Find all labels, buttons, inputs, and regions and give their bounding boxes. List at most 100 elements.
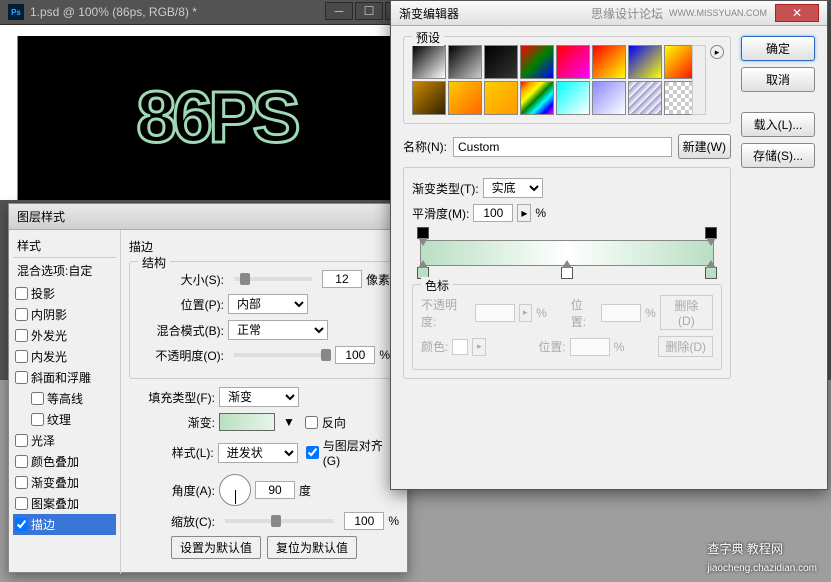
opacity-label: 不透明度(O):: [138, 347, 224, 364]
stroke-heading: 描边: [129, 238, 399, 255]
gradient-name-input[interactable]: [453, 137, 672, 157]
style-checkbox[interactable]: [15, 371, 28, 384]
dialog-close-button[interactable]: ✕: [775, 4, 819, 22]
style-item-3[interactable]: 内发光: [13, 346, 116, 367]
style-item-10[interactable]: 图案叠加: [13, 493, 116, 514]
gradient-type-select[interactable]: 实底: [483, 178, 543, 198]
set-default-button[interactable]: 设置为默认值: [171, 536, 261, 559]
presets-scrollbar[interactable]: [692, 45, 706, 115]
style-checkbox[interactable]: [15, 350, 28, 363]
color-stop[interactable]: [705, 267, 717, 279]
style-select[interactable]: 迸发状: [218, 443, 298, 463]
photoshop-document-window: Ps 1.psd @ 100% (86ps, RGB/8) * ─ ☐ ✕ 86…: [0, 0, 415, 200]
style-checkbox[interactable]: [31, 413, 44, 426]
style-item-0[interactable]: 投影: [13, 283, 116, 304]
size-input[interactable]: [322, 270, 362, 288]
stop-position-label: 位置:: [571, 296, 597, 330]
style-item-5[interactable]: 等高线: [13, 388, 116, 409]
style-item-11[interactable]: 描边: [13, 514, 116, 535]
ok-button[interactable]: 确定: [741, 36, 815, 61]
cancel-button[interactable]: 取消: [741, 67, 815, 92]
style-checkbox[interactable]: [15, 476, 28, 489]
size-slider[interactable]: [234, 277, 312, 281]
preset-swatch[interactable]: [412, 81, 446, 115]
style-checkbox[interactable]: [15, 287, 28, 300]
preset-swatch[interactable]: [592, 45, 626, 79]
angle-input[interactable]: [255, 481, 295, 499]
size-label: 大小(S):: [138, 271, 224, 288]
stop-opacity-label: 不透明度:: [421, 296, 471, 330]
opacity-stop[interactable]: [705, 227, 717, 239]
preset-swatch[interactable]: [412, 45, 446, 79]
scale-input[interactable]: [344, 512, 384, 530]
preset-swatch[interactable]: [484, 45, 518, 79]
new-button[interactable]: 新建(W): [678, 134, 731, 159]
style-checkbox[interactable]: [15, 497, 28, 510]
style-checkbox[interactable]: [15, 455, 28, 468]
preset-swatch[interactable]: [520, 81, 554, 115]
gradient-editor-title: 渐变编辑器: [399, 5, 459, 22]
style-checkbox[interactable]: [15, 308, 28, 321]
preset-swatch[interactable]: [448, 45, 482, 79]
stops-label: 色标: [421, 277, 453, 294]
preset-swatch[interactable]: [520, 45, 554, 79]
load-button[interactable]: 载入(L)...: [741, 112, 815, 137]
position-select[interactable]: 内部: [228, 294, 308, 314]
style-item-8[interactable]: 颜色叠加: [13, 451, 116, 472]
opacity-input[interactable]: [335, 346, 375, 364]
style-checkbox[interactable]: [15, 434, 28, 447]
layer-style-title[interactable]: 图层样式: [9, 204, 407, 230]
reverse-checkbox[interactable]: [305, 416, 318, 429]
blend-options-item[interactable]: 混合选项:自定: [13, 258, 116, 283]
preset-swatch[interactable]: [628, 45, 662, 79]
layer-style-main: 描边 结构 大小(S): 像素 位置(P): 内部 混合模式(B): 正常: [121, 230, 407, 574]
reset-default-button[interactable]: 复位为默认值: [267, 536, 357, 559]
styles-header[interactable]: 样式: [13, 234, 116, 258]
fill-type-select[interactable]: 渐变: [219, 387, 299, 407]
canvas-text-layer: 86PS: [136, 77, 296, 159]
style-checkbox[interactable]: [15, 518, 28, 531]
style-item-label: 纹理: [47, 411, 71, 428]
preset-swatch[interactable]: [556, 81, 590, 115]
gradient-editor-titlebar[interactable]: 渐变编辑器 思缘设计论坛 WWW.MISSYUAN.COM ✕: [391, 1, 827, 26]
style-item-7[interactable]: 光泽: [13, 430, 116, 451]
style-item-9[interactable]: 渐变叠加: [13, 472, 116, 493]
preset-swatch[interactable]: [484, 81, 518, 115]
stop-position-input: [601, 304, 641, 322]
gradient-swatch[interactable]: [219, 413, 275, 431]
preset-swatch[interactable]: [628, 81, 662, 115]
angle-control[interactable]: [219, 474, 251, 506]
align-checkbox[interactable]: [306, 446, 319, 459]
layer-style-sidebar: 样式 混合选项:自定 投影内阴影外发光内发光斜面和浮雕等高线纹理光泽颜色叠加渐变…: [9, 230, 121, 574]
style-item-4[interactable]: 斜面和浮雕: [13, 367, 116, 388]
presets-menu-button[interactable]: ▸: [710, 45, 724, 59]
stop-opacity-input: [475, 304, 515, 322]
smooth-input[interactable]: [473, 204, 513, 222]
document-title: 1.psd @ 100% (86ps, RGB/8) *: [30, 5, 197, 19]
minimize-button[interactable]: ─: [325, 2, 353, 20]
blend-mode-select[interactable]: 正常: [228, 320, 328, 340]
style-item-6[interactable]: 纹理: [13, 409, 116, 430]
style-item-1[interactable]: 内阴影: [13, 304, 116, 325]
style-checkbox[interactable]: [15, 329, 28, 342]
save-button[interactable]: 存储(S)...: [741, 143, 815, 168]
ruler-vertical[interactable]: [0, 36, 18, 200]
preset-swatch[interactable]: [448, 81, 482, 115]
color-stop[interactable]: [561, 267, 573, 279]
document-titlebar[interactable]: Ps 1.psd @ 100% (86ps, RGB/8) * ─ ☐ ✕: [0, 0, 415, 25]
opacity-stop[interactable]: [417, 227, 429, 239]
style-item-label: 内发光: [31, 348, 67, 365]
style-item-2[interactable]: 外发光: [13, 325, 116, 346]
smooth-spinner[interactable]: ▸: [517, 204, 531, 222]
canvas[interactable]: 86PS: [18, 36, 415, 200]
delete-stop-button: 删除(D): [660, 295, 713, 330]
opacity-slider[interactable]: [234, 353, 325, 357]
preset-swatch[interactable]: [592, 81, 626, 115]
scale-slider[interactable]: [225, 519, 334, 523]
style-checkbox[interactable]: [31, 392, 44, 405]
maximize-button[interactable]: ☐: [355, 2, 383, 20]
gradient-bar[interactable]: [420, 240, 714, 266]
style-item-label: 等高线: [47, 390, 83, 407]
gradient-type-label: 渐变类型(T):: [412, 180, 479, 197]
preset-swatch[interactable]: [556, 45, 590, 79]
